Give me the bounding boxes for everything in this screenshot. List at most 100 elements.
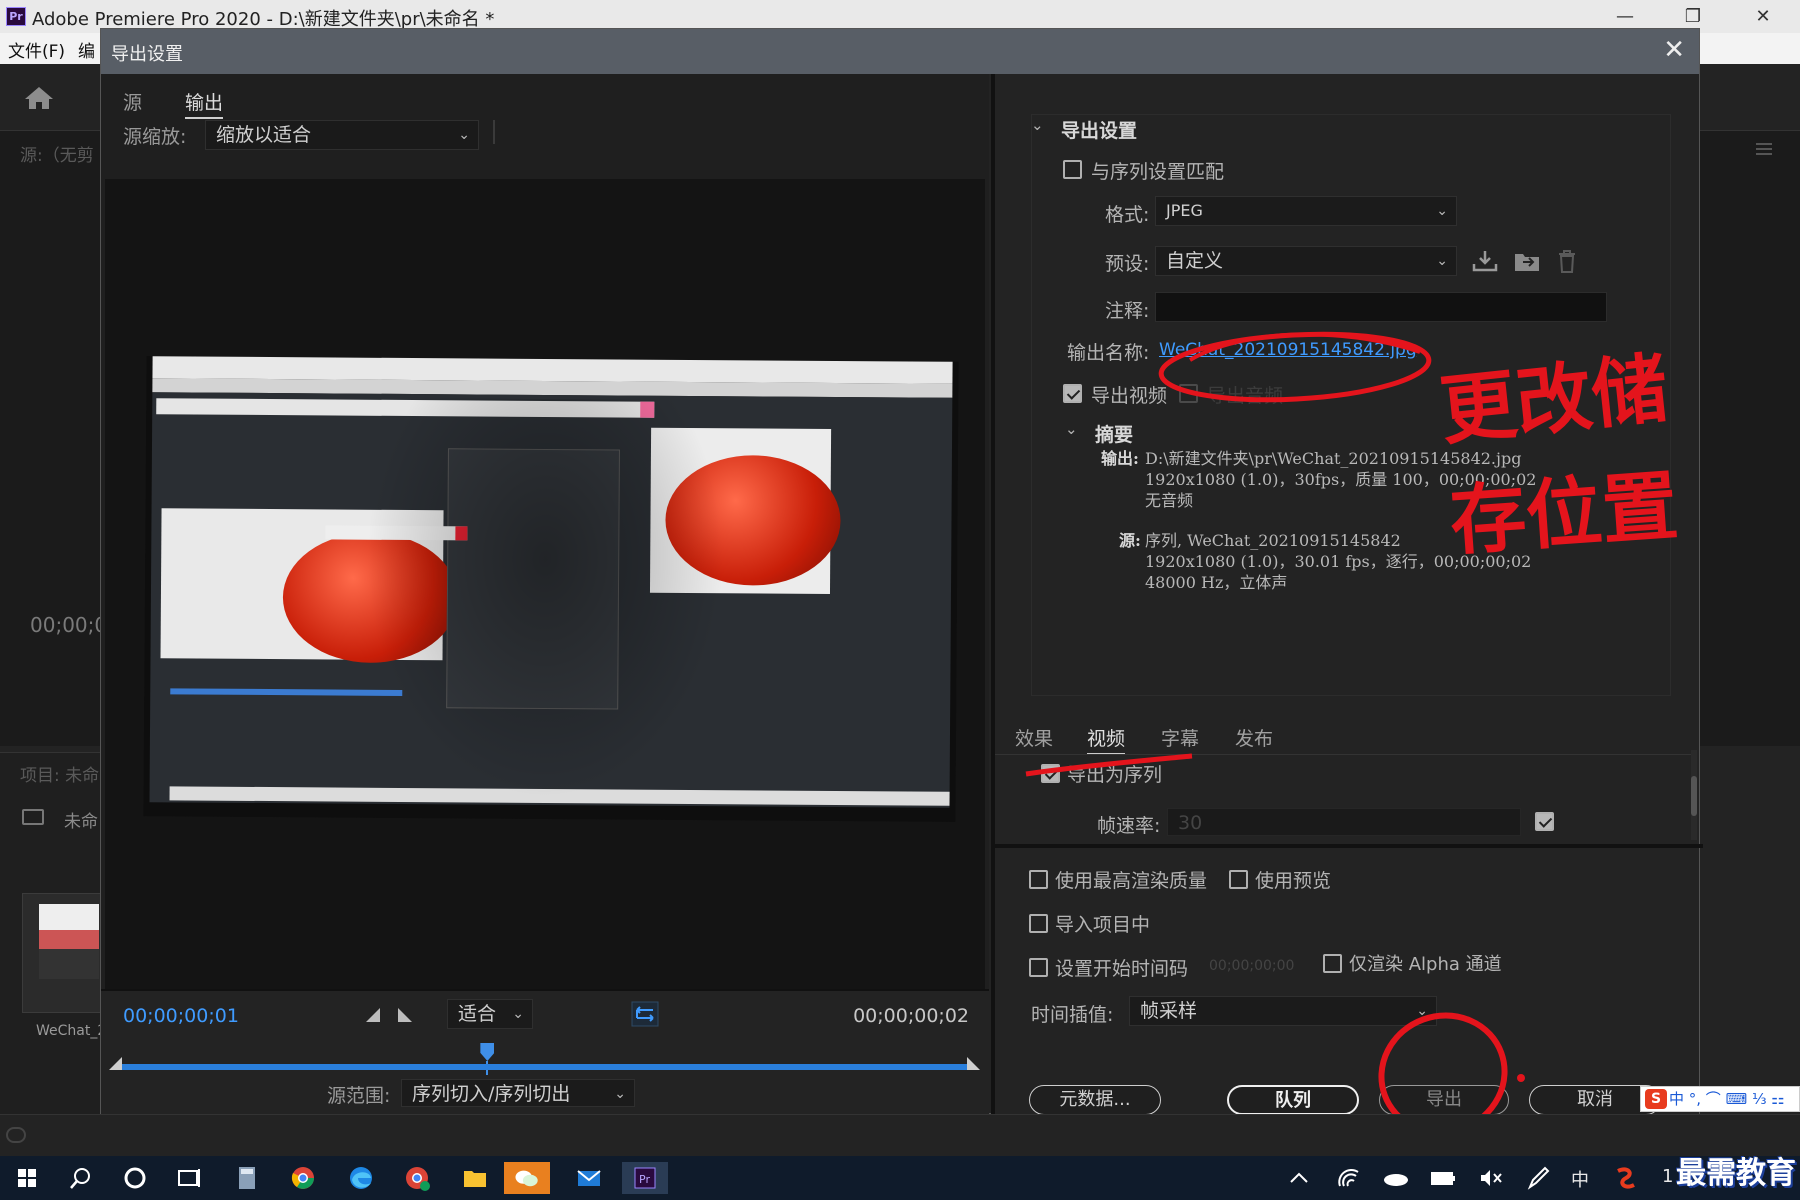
source-scale-label: 源缩放:	[123, 126, 187, 148]
current-timecode[interactable]: 00;00;00;01	[123, 1005, 239, 1027]
match-sequence-checkbox[interactable]	[1063, 160, 1082, 179]
metadata-button[interactable]: 元数据...	[1029, 1085, 1161, 1115]
summary-source-label: 源:	[1119, 531, 1141, 550]
summary-header[interactable]: 摘要	[1095, 420, 1133, 447]
export-audio-label[interactable]: 导出音频	[1207, 381, 1283, 408]
timeline-scrubber[interactable]	[121, 1064, 973, 1070]
aspect-ratio-icon[interactable]	[631, 1001, 659, 1027]
battery-icon[interactable]	[1420, 1162, 1466, 1194]
render-alpha-only-checkbox[interactable]	[1323, 954, 1342, 973]
dialog-close-icon[interactable]: ✕	[1663, 35, 1685, 65]
export-settings-header[interactable]: 导出设置	[1061, 116, 1137, 143]
file-explorer-icon[interactable]	[452, 1162, 498, 1194]
wechat-icon[interactable]	[504, 1162, 550, 1194]
output-name-link[interactable]: WeChat_20210915145842.jpg	[1159, 340, 1417, 360]
chevron-down-icon[interactable]: ⌄	[1031, 116, 1044, 134]
ime-toolbar[interactable]: S 中 °, ⌒ ⌨ ⅓ ⚏	[1640, 1086, 1800, 1112]
chevron-down-icon: ⌄	[1436, 253, 1448, 269]
import-into-project-label[interactable]: 导入项目中	[1055, 910, 1150, 937]
set-start-timecode-checkbox[interactable]	[1029, 958, 1048, 977]
zoom-fit-value: 适合	[458, 1003, 497, 1025]
tab-captions[interactable]: 字幕	[1161, 724, 1199, 751]
tray-input-method[interactable]: 中	[1571, 1166, 1589, 1192]
tab-output[interactable]: 输出	[185, 88, 224, 119]
export-audio-checkbox[interactable]	[1179, 384, 1198, 403]
maximize-button[interactable]: ❐	[1670, 2, 1716, 31]
use-previews-label[interactable]: 使用预览	[1255, 866, 1331, 893]
zoom-fit-dropdown[interactable]: 适合 ⌄	[447, 999, 533, 1029]
format-dropdown[interactable]: JPEG ⌄	[1155, 196, 1457, 226]
mail-icon[interactable]	[566, 1162, 612, 1194]
import-preset-icon[interactable]	[1513, 248, 1541, 274]
frame-rate-label: 帧速率:	[1097, 815, 1161, 837]
settings-scrollbar-thumb[interactable]	[1691, 776, 1697, 816]
frame-rate-value: 30	[1178, 812, 1203, 834]
calculator-icon[interactable]	[224, 1162, 270, 1194]
playhead-marker[interactable]	[480, 1043, 495, 1061]
export-video-label[interactable]: 导出视频	[1091, 381, 1167, 408]
chevron-down-icon: ⌄	[512, 1006, 524, 1022]
clip-thumbnail-name: WeChat_2	[36, 1023, 107, 1039]
app-left-panels: 源:（无剪 00;00;0 项目: 未命 未命 WeChat_2	[0, 64, 107, 1114]
windows-start-icon[interactable]	[4, 1162, 50, 1194]
tab-source[interactable]: 源	[123, 88, 142, 115]
sogou-tray-icon[interactable]	[1602, 1162, 1648, 1194]
minimize-button[interactable]: —	[1602, 2, 1648, 31]
tab-video[interactable]: 视频	[1087, 724, 1126, 755]
export-as-sequence-label[interactable]: 导出为序列	[1067, 760, 1162, 787]
source-range-dropdown[interactable]: 序列切入/序列切出 ⌄	[401, 1079, 635, 1107]
project-item-name[interactable]: 未命	[64, 807, 98, 832]
source-scale-dropdown[interactable]: 缩放以适合 ⌄	[205, 120, 479, 150]
menu-file[interactable]: 文件(F)	[8, 37, 65, 62]
chrome-icon[interactable]	[280, 1162, 326, 1194]
set-out-point-icon[interactable]	[397, 1007, 413, 1023]
comment-input[interactable]	[1155, 292, 1607, 322]
source-range-value: 序列切入/序列切出	[412, 1083, 571, 1105]
dialog-titlebar: 导出设置 ✕	[101, 29, 1699, 74]
import-into-project-checkbox[interactable]	[1029, 914, 1048, 933]
pen-icon[interactable]	[1516, 1162, 1562, 1194]
menu-edit[interactable]: 编	[78, 37, 95, 62]
in-range-handle-icon[interactable]	[109, 1057, 123, 1071]
clip-thumbnail[interactable]	[22, 893, 102, 1013]
set-in-point-icon[interactable]	[365, 1007, 381, 1023]
start-timecode-value[interactable]: 00;00;00;00	[1209, 958, 1294, 974]
export-button[interactable]: 导出	[1379, 1085, 1509, 1115]
frame-rate-match-checkbox[interactable]	[1535, 812, 1554, 831]
toolbar-divider	[493, 120, 495, 144]
save-preset-icon[interactable]	[1471, 248, 1499, 274]
onedrive-icon[interactable]	[1372, 1162, 1418, 1194]
search-icon[interactable]	[58, 1162, 104, 1194]
export-as-sequence-checkbox[interactable]	[1041, 764, 1060, 783]
time-interpolation-dropdown[interactable]: 帧采样 ⌄	[1129, 996, 1437, 1026]
chevron-down-icon: ⌄	[1436, 203, 1448, 219]
home-icon[interactable]	[24, 86, 54, 110]
edge-icon[interactable]	[338, 1162, 384, 1194]
out-range-handle-icon[interactable]	[967, 1057, 981, 1071]
max-render-quality-checkbox[interactable]	[1029, 870, 1048, 889]
queue-button[interactable]: 队列	[1227, 1085, 1359, 1115]
preset-dropdown[interactable]: 自定义 ⌄	[1155, 246, 1457, 276]
close-app-button[interactable]: ✕	[1740, 2, 1786, 31]
task-view-icon[interactable]	[166, 1162, 212, 1194]
set-start-timecode-label[interactable]: 设置开始时间码	[1055, 954, 1188, 981]
cortana-icon[interactable]	[112, 1162, 158, 1194]
network-icon[interactable]	[1326, 1162, 1372, 1194]
tray-clock[interactable]: 1	[1662, 1166, 1673, 1187]
volume-muted-icon[interactable]	[1468, 1162, 1514, 1194]
output-name-label: 输出名称:	[1067, 342, 1150, 364]
render-alpha-only-label[interactable]: 仅渲染 Alpha 通道	[1349, 950, 1502, 976]
use-previews-checkbox[interactable]	[1229, 870, 1248, 889]
max-render-quality-label[interactable]: 使用最高渲染质量	[1055, 866, 1207, 893]
chevron-down-icon[interactable]: ⌄	[1065, 420, 1078, 438]
tab-publish[interactable]: 发布	[1235, 724, 1273, 751]
premiere-taskbar-icon[interactable]: Pr	[622, 1162, 668, 1194]
delete-preset-icon[interactable]	[1553, 248, 1581, 274]
tray-chevron-up-icon[interactable]	[1276, 1162, 1322, 1194]
export-video-checkbox[interactable]	[1063, 384, 1082, 403]
frame-rate-dropdown[interactable]: 30	[1167, 808, 1521, 836]
chrome-beta-icon[interactable]	[394, 1162, 440, 1194]
match-sequence-label[interactable]: 与序列设置匹配	[1091, 157, 1224, 184]
panel-menu-icon[interactable]	[1756, 143, 1772, 155]
tab-effects[interactable]: 效果	[1015, 724, 1053, 751]
